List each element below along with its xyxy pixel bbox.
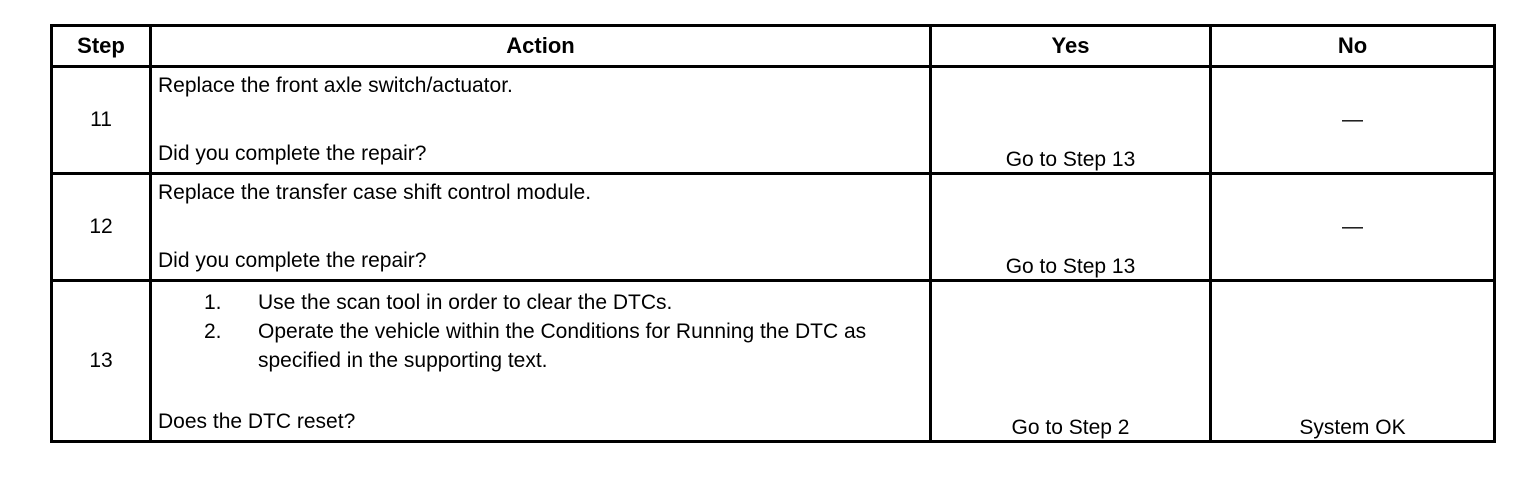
step-number: 11: [50, 65, 152, 175]
header-yes: Yes: [929, 24, 1212, 68]
yes-result: Go to Step 13: [929, 65, 1212, 175]
yes-result: Go to Step 2: [929, 279, 1212, 443]
action-text: Replace the front axle switch/actuator.: [158, 74, 513, 97]
header-step: Step: [50, 24, 152, 68]
table-row: 11 Replace the front axle switch/actuato…: [50, 65, 1496, 175]
table-row: 13 1. Use the scan tool in order to clea…: [50, 279, 1496, 443]
action-cell: Replace the transfer case shift control …: [149, 172, 932, 282]
header-action: Action: [149, 24, 932, 68]
table-row: 12 Replace the transfer case shift contr…: [50, 172, 1496, 282]
step-number: 12: [50, 172, 152, 282]
action-list: 1. Use the scan tool in order to clear t…: [204, 288, 904, 375]
header-row: Step Action Yes No: [50, 24, 1496, 68]
no-result: System OK: [1209, 279, 1496, 443]
no-result: —: [1209, 172, 1496, 282]
action-question: Did you complete the repair?: [158, 142, 427, 165]
list-item-number: 1.: [204, 291, 222, 314]
action-question: Does the DTC reset?: [158, 410, 356, 433]
header-no: No: [1209, 24, 1496, 68]
no-result: —: [1209, 65, 1496, 175]
action-cell: 1. Use the scan tool in order to clear t…: [149, 279, 932, 443]
list-item: 2. Operate the vehicle within the Condit…: [204, 317, 904, 375]
action-text: Replace the transfer case shift control …: [158, 181, 592, 204]
list-item-number: 2.: [204, 320, 222, 343]
diagnostic-table: Step Action Yes No 11 Replace the front …: [50, 24, 1496, 443]
step-number: 13: [50, 279, 152, 443]
action-cell: Replace the front axle switch/actuator. …: [149, 65, 932, 175]
list-item: 1. Use the scan tool in order to clear t…: [204, 288, 904, 317]
list-item-text: Use the scan tool in order to clear the …: [258, 291, 673, 314]
list-item-text: Operate the vehicle within the Condition…: [258, 320, 867, 372]
action-question: Did you complete the repair?: [158, 249, 427, 272]
yes-result: Go to Step 13: [929, 172, 1212, 282]
